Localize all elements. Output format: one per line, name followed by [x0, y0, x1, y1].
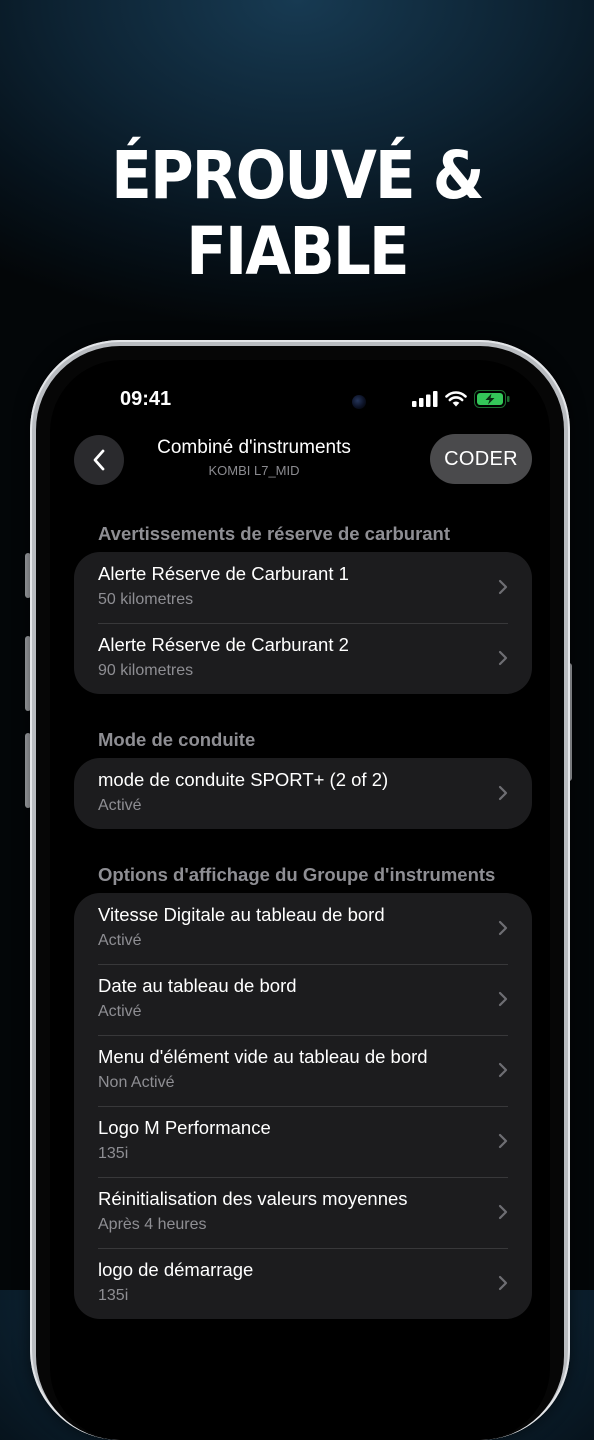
status-icons [412, 390, 510, 408]
camera-icon [352, 395, 366, 409]
phone-screen: 09:41 Combiné d'instruments KOMBI L7_MID… [50, 360, 550, 1440]
fuel-reserve-card: Alerte Réserve de Carburant 1 50 kilomet… [74, 552, 532, 694]
headline: ÉPROUVÉ & FIABLE [111, 137, 484, 290]
chevron-right-icon [498, 991, 508, 1007]
item-value: Après 4 heures [98, 1216, 207, 1233]
list-item[interactable]: Alerte Réserve de Carburant 2 90 kilomet… [74, 623, 532, 694]
drive-mode-card: mode de conduite SPORT+ (2 of 2) Activé [74, 758, 532, 829]
list-item[interactable]: Vitesse Digitale au tableau de bord Acti… [74, 893, 532, 964]
item-title: Réinitialisation des valeurs moyennes [98, 1188, 408, 1209]
list-item[interactable]: Alerte Réserve de Carburant 1 50 kilomet… [74, 552, 532, 623]
chevron-right-icon [498, 1275, 508, 1291]
item-title: Alerte Réserve de Carburant 1 [98, 563, 349, 584]
item-value: Activé [98, 797, 142, 814]
item-title: Menu d'élément vide au tableau de bord [98, 1046, 428, 1067]
page-subtitle: KOMBI L7_MID [208, 463, 300, 478]
list-item[interactable]: Réinitialisation des valeurs moyennes Ap… [74, 1177, 532, 1248]
display-options-card: Vitesse Digitale au tableau de bord Acti… [74, 893, 532, 1319]
section-title-fuel-reserve: Avertissements de réserve de carburant [98, 523, 451, 544]
chevron-right-icon [498, 920, 508, 936]
signal-icon [412, 391, 438, 407]
chevron-right-icon [498, 650, 508, 666]
list-item[interactable]: Logo M Performance 135i [74, 1106, 532, 1177]
status-time: 09:41 [120, 388, 172, 410]
item-title: Date au tableau de bord [98, 975, 297, 996]
item-value: 90 kilometres [98, 662, 194, 679]
chevron-right-icon [498, 785, 508, 801]
chevron-right-icon [498, 1204, 508, 1220]
phone-frame: 09:41 Combiné d'instruments KOMBI L7_MID… [30, 340, 570, 1440]
item-value: 135i [98, 1145, 129, 1162]
section-title-display-options: Options d'affichage du Groupe d'instrume… [98, 864, 496, 885]
chevron-right-icon [498, 579, 508, 595]
item-title: logo de démarrage [98, 1259, 254, 1280]
section-title-drive-mode: Mode de conduite [98, 729, 256, 750]
list-item[interactable]: mode de conduite SPORT+ (2 of 2) Activé [74, 758, 532, 829]
item-title: Vitesse Digitale au tableau de bord [98, 904, 385, 925]
page-title: Combiné d'instruments [157, 437, 351, 458]
item-title: Alerte Réserve de Carburant 2 [98, 634, 349, 655]
list-item[interactable]: Date au tableau de bord Activé [74, 964, 532, 1035]
item-title: mode de conduite SPORT+ (2 of 2) [98, 769, 389, 790]
list-item[interactable]: logo de démarrage 135i [74, 1248, 532, 1319]
item-value: 50 kilometres [98, 591, 194, 608]
battery-charging-icon [474, 390, 510, 408]
list-item[interactable]: Menu d'élément vide au tableau de bord N… [74, 1035, 532, 1106]
wifi-icon [445, 391, 467, 407]
item-value: Non Activé [98, 1074, 175, 1091]
item-value: Activé [98, 1003, 142, 1020]
chevron-right-icon [498, 1062, 508, 1078]
item-value: Activé [98, 932, 142, 949]
coder-button[interactable]: CODER [430, 434, 532, 484]
item-title: Logo M Performance [98, 1117, 271, 1138]
chevron-right-icon [498, 1133, 508, 1149]
